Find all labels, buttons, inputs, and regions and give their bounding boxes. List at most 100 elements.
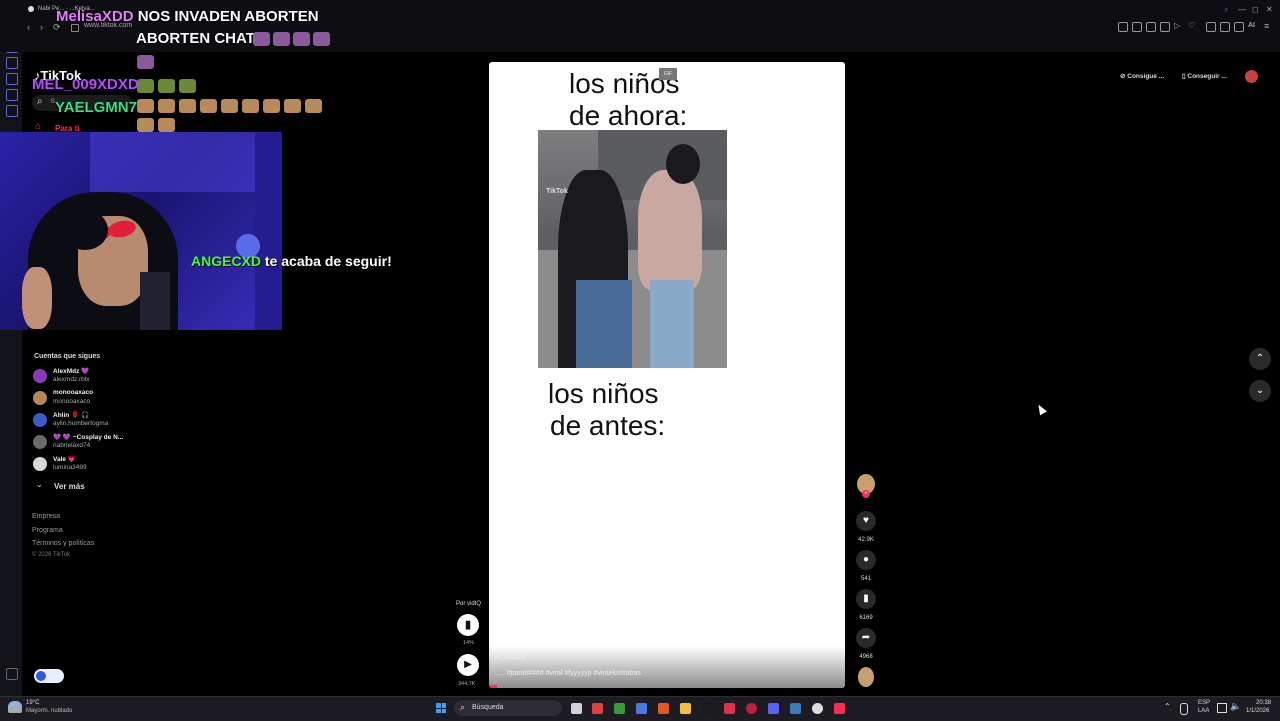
tiktok-icon[interactable] bbox=[834, 703, 845, 714]
app-icon[interactable] bbox=[724, 703, 735, 714]
extension-2-icon[interactable] bbox=[1220, 22, 1230, 32]
video-player[interactable]: los niños de ahora: GIF TikTok los niños… bbox=[489, 62, 845, 688]
get-coins-button[interactable]: ⊘ Consigue ... bbox=[1120, 70, 1164, 84]
profile-avatar[interactable] bbox=[1245, 70, 1258, 83]
weather-temp[interactable]: 19°C bbox=[26, 700, 39, 706]
save-button[interactable]: ▮ bbox=[856, 589, 876, 609]
extension-icon[interactable] bbox=[1206, 22, 1216, 32]
footer-link-terms[interactable]: Términos y políticas bbox=[32, 540, 94, 547]
like-button[interactable]: ♥ bbox=[856, 511, 876, 531]
brave-icon[interactable] bbox=[658, 703, 669, 714]
file-explorer-icon[interactable] bbox=[680, 703, 691, 714]
following-header: Cuentas que sigues bbox=[34, 353, 101, 360]
following-account[interactable]: monooaxaco monooaxaco bbox=[33, 388, 143, 408]
vidiq-percent: 14% bbox=[463, 640, 475, 646]
taskbar-search[interactable]: ⌕ Búsqueda bbox=[454, 700, 562, 716]
avatar bbox=[33, 369, 47, 383]
previous-video-button[interactable]: ⌃ bbox=[1249, 348, 1271, 370]
ai-button[interactable]: AI bbox=[1248, 22, 1255, 29]
search-icon: ⌕ bbox=[460, 702, 466, 712]
app-icon[interactable] bbox=[812, 703, 823, 714]
share-button[interactable]: ➦ bbox=[856, 628, 876, 648]
chevron-down-icon: ⌄ bbox=[1255, 385, 1265, 396]
opera-icon[interactable] bbox=[746, 703, 757, 714]
history-icon[interactable] bbox=[6, 57, 18, 69]
video-photo: TikTok bbox=[538, 130, 727, 368]
search-tabs-icon[interactable]: ⌕ bbox=[1224, 5, 1228, 15]
steam-icon[interactable] bbox=[790, 703, 801, 714]
download-icon[interactable] bbox=[1160, 22, 1170, 32]
notes-icon[interactable] bbox=[6, 89, 18, 101]
chevron-down-icon: ⌄ bbox=[36, 480, 43, 489]
play-icon[interactable]: ▷ bbox=[1174, 21, 1182, 30]
follow-alert-text: te acaba de seguir! bbox=[264, 253, 392, 269]
bookmark-icon[interactable] bbox=[1118, 22, 1128, 32]
clock-time[interactable]: 20:38 bbox=[1256, 700, 1271, 706]
start-button[interactable] bbox=[436, 703, 446, 713]
gif-badge: GIF bbox=[659, 68, 677, 80]
chevron-up-icon: ⌃ bbox=[1255, 353, 1265, 364]
clock-date: 1/1/2026 bbox=[1246, 708, 1270, 714]
vidiq-stats-button[interactable]: ▮ bbox=[457, 614, 479, 636]
tiktok-watermark: TikTok bbox=[546, 188, 568, 195]
settings-icon[interactable] bbox=[6, 668, 18, 680]
following-account[interactable]: Vale 💗 lumina3499 bbox=[33, 454, 143, 474]
account-name: Ahlin 🌹 🎧 bbox=[53, 412, 90, 419]
xbox-icon[interactable] bbox=[614, 703, 625, 714]
maximize-button[interactable]: ◻ bbox=[1252, 5, 1259, 14]
see-more-button[interactable]: ⌄ Ver más bbox=[36, 480, 116, 493]
minimize-button[interactable]: — bbox=[1238, 5, 1246, 14]
comment-button[interactable]: ● bbox=[856, 550, 876, 570]
avatar bbox=[33, 435, 47, 449]
language-1[interactable]: ESP bbox=[1198, 700, 1210, 706]
account-name: 💜 💜 ~Cosplay de N... bbox=[53, 434, 124, 441]
following-account[interactable]: AlexMdz 💜 alexmdz.rblx bbox=[33, 366, 143, 386]
downloads-icon[interactable] bbox=[6, 73, 18, 85]
sound-disc-icon[interactable] bbox=[858, 667, 874, 687]
emote-icon bbox=[179, 79, 196, 93]
video-username[interactable]: lil_bit123 bbox=[495, 654, 525, 661]
reading-list-icon[interactable] bbox=[1132, 22, 1142, 32]
weather-icon[interactable] bbox=[8, 701, 22, 713]
back-button[interactable]: ‹ bbox=[27, 22, 30, 32]
play-button[interactable]: ▶ bbox=[457, 654, 479, 676]
following-account[interactable]: Ahlin 🌹 🎧 aylin.humbertogma bbox=[33, 410, 143, 430]
network-icon[interactable] bbox=[1217, 703, 1227, 713]
tray-chevron-up-icon[interactable]: ⌃ bbox=[1164, 702, 1171, 711]
footer-link-program[interactable]: Programa bbox=[32, 527, 63, 534]
microphone-icon[interactable] bbox=[1180, 703, 1188, 715]
video-text-bottom-2: de antes: bbox=[550, 410, 666, 441]
chat-message-1-line2: ABORTEN CHATT bbox=[136, 30, 265, 47]
account-handle: nabrielaxd74 bbox=[53, 442, 91, 449]
extension-3-icon[interactable] bbox=[1234, 22, 1244, 32]
chat-text: NOS INVADEN ABORTEN bbox=[137, 8, 319, 25]
get-app-button[interactable]: ▯ Conseguir ... bbox=[1182, 70, 1227, 84]
following-account[interactable]: 💜 💜 ~Cosplay de N... nabrielaxd74 bbox=[33, 432, 143, 452]
video-progress-bar[interactable] bbox=[489, 685, 497, 688]
heart-icon[interactable]: ♡ bbox=[1188, 21, 1196, 30]
browser-sidebar-rail bbox=[0, 0, 22, 696]
see-more-label: Ver más bbox=[54, 482, 85, 491]
volume-icon[interactable]: 🔈 bbox=[1230, 701, 1241, 712]
bar-chart-icon: ▮ bbox=[464, 619, 472, 631]
task-view-icon[interactable] bbox=[571, 703, 582, 714]
follow-plus-icon[interactable]: + bbox=[862, 490, 870, 498]
streamer-webcam bbox=[0, 132, 282, 330]
microphone-icon bbox=[140, 272, 170, 330]
creator-avatar[interactable]: + bbox=[857, 474, 875, 498]
app-icon[interactable] bbox=[636, 703, 647, 714]
menu-icon[interactable]: ≡ bbox=[1264, 21, 1269, 31]
next-video-button[interactable]: ⌄ bbox=[1249, 380, 1271, 402]
shield-icon[interactable] bbox=[1146, 22, 1156, 32]
footer-link-company[interactable]: Empresa bbox=[32, 513, 60, 520]
discord-icon[interactable] bbox=[768, 703, 779, 714]
app-icon[interactable] bbox=[592, 703, 603, 714]
forward-button[interactable]: › bbox=[40, 22, 43, 32]
panel-icon[interactable] bbox=[6, 105, 18, 117]
toggle-switch[interactable] bbox=[34, 669, 64, 683]
app-icon[interactable] bbox=[702, 703, 713, 714]
close-button[interactable]: ✕ bbox=[1266, 5, 1273, 14]
site-info-icon[interactable] bbox=[71, 24, 79, 32]
bookmark-icon: ▮ bbox=[863, 593, 869, 604]
tab-favicon-icon bbox=[28, 6, 34, 12]
